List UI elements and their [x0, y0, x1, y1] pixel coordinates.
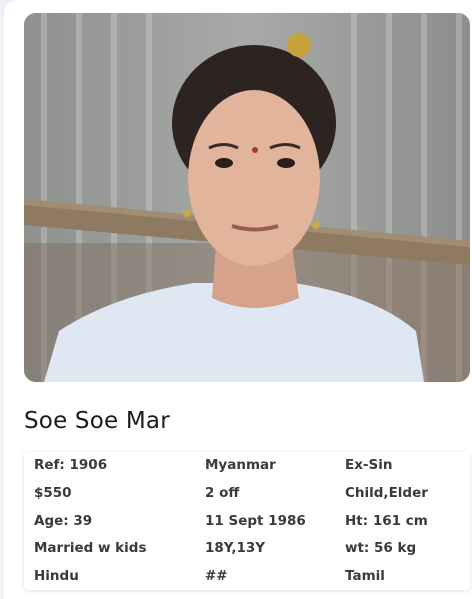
details-row: Age: 39 11 Sept 1986 Ht: 161 cm	[24, 513, 470, 535]
weight: wt: 56 kg	[345, 540, 417, 556]
salary: $550	[34, 485, 72, 501]
details-row: Ref: 1906 Myanmar Ex-Sin	[24, 457, 470, 479]
portrait-photo-image	[24, 13, 470, 382]
details-row: Married w kids 18Y,13Y wt: 56 kg	[24, 540, 470, 562]
religion: Hindu	[34, 568, 79, 584]
marital-status: Married w kids	[34, 540, 147, 556]
care-skills: Child,Elder	[345, 485, 428, 501]
nationality: Myanmar	[205, 457, 276, 473]
birth-date: 11 Sept 1986	[205, 513, 306, 529]
details-table: Ref: 1906 Myanmar Ex-Sin $550 2 off Chil…	[24, 452, 470, 590]
language: Tamil	[345, 568, 385, 584]
age: Age: 39	[34, 513, 93, 529]
kids-ages: 18Y,13Y	[205, 540, 266, 556]
height: Ht: 161 cm	[345, 513, 428, 529]
ref-number: Ref: 1906	[34, 457, 108, 473]
off-days: 2 off	[205, 485, 240, 501]
details-row: $550 2 off Child,Elder	[24, 485, 470, 507]
placeholder-value: ##	[205, 568, 228, 584]
profile-name: Soe Soe Mar	[24, 408, 170, 434]
profile-card[interactable]: Soe Soe Mar Ref: 1906 Myanmar Ex-Sin $55…	[4, 0, 472, 599]
experience-type: Ex-Sin	[345, 457, 393, 473]
profile-photo[interactable]	[24, 13, 470, 382]
details-row: Hindu ## Tamil	[24, 568, 470, 590]
